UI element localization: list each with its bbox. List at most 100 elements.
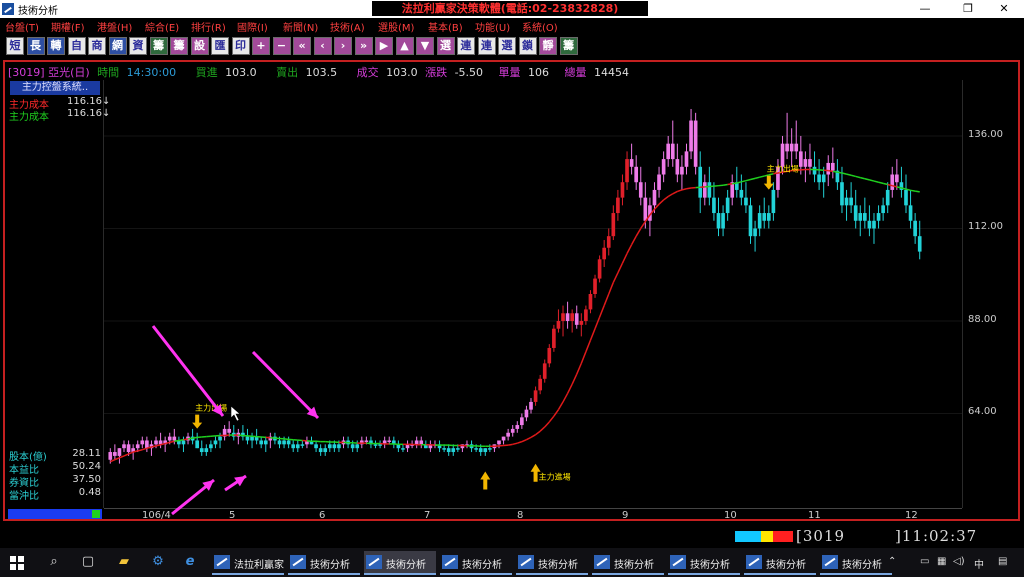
candle <box>140 440 145 445</box>
taskbar-app[interactable]: 技術分析 <box>668 551 740 575</box>
callout-arrow <box>251 350 320 420</box>
chart-app-icon <box>594 555 610 569</box>
candle <box>227 428 232 433</box>
candle <box>263 440 268 445</box>
taskbar-app[interactable]: 技術分析 <box>820 551 892 575</box>
main-cost-line <box>832 170 838 173</box>
candle <box>117 448 122 456</box>
volume-icon[interactable]: ◁) <box>953 556 965 567</box>
main-cost-line <box>878 181 884 185</box>
candle <box>643 197 648 221</box>
candle <box>414 440 419 445</box>
chart-app-icon <box>822 555 838 569</box>
main-cost-line <box>508 443 513 446</box>
candle <box>803 159 808 167</box>
candle <box>135 444 140 449</box>
chart-app-icon <box>518 555 534 569</box>
main-cost-line <box>114 457 120 461</box>
taskbar-app[interactable]: 技術分析 <box>364 551 436 575</box>
candle <box>684 151 689 167</box>
candle <box>204 448 209 453</box>
candle <box>154 440 158 445</box>
candle <box>122 444 126 449</box>
windows-start-icon[interactable] <box>10 556 24 570</box>
candle <box>625 159 629 183</box>
taskbar-app[interactable]: 法拉利贏家 <box>212 551 284 575</box>
main-cost-line <box>517 440 523 444</box>
candle <box>579 320 584 325</box>
main-cost-line <box>745 178 751 182</box>
main-cost-line <box>580 351 587 364</box>
candle <box>378 444 382 446</box>
candle <box>387 440 392 442</box>
candlestick-chart[interactable]: 主力出場主力出場主力進場 <box>0 0 1024 577</box>
candle <box>497 440 501 445</box>
candle <box>766 213 771 221</box>
taskbar-app[interactable]: 技術分析 <box>516 551 588 575</box>
battery-icon[interactable]: ▭ <box>920 556 929 567</box>
main-cost-line <box>530 434 536 439</box>
candle <box>689 120 693 152</box>
main-cost-line <box>192 436 198 439</box>
candle <box>524 409 529 418</box>
tray-chevron-icon[interactable]: ⌃ <box>888 556 896 567</box>
main-cost-line <box>571 373 578 385</box>
taskbar-app-underline <box>212 573 284 575</box>
candle <box>885 189 890 206</box>
main-cost-line <box>677 189 683 193</box>
scroll-bar[interactable] <box>8 509 102 519</box>
candle <box>702 182 707 198</box>
main-cost-line <box>672 190 678 195</box>
main-cost-line <box>608 282 615 295</box>
search-icon[interactable]: ⌕ <box>44 553 64 571</box>
candle <box>588 294 593 310</box>
main-cost-line <box>539 426 546 432</box>
candle <box>337 444 341 449</box>
candle <box>501 436 506 441</box>
candle <box>295 444 300 449</box>
main-cost-line <box>178 438 184 442</box>
notification-icon[interactable]: ▤ <box>998 556 1007 567</box>
candle <box>456 448 460 450</box>
settings-icon[interactable]: ⚙ <box>148 553 168 571</box>
main-cost-line <box>727 183 733 186</box>
taskbar-app[interactable]: 技術分析 <box>592 551 664 575</box>
taskbar-app[interactable]: 技術分析 <box>288 551 360 575</box>
candle <box>602 247 607 260</box>
candle <box>565 313 570 321</box>
task-view-icon[interactable]: ▢ <box>78 553 98 571</box>
candle <box>332 444 337 449</box>
candle <box>780 143 785 167</box>
candle <box>616 197 620 214</box>
main-cost-line <box>626 244 633 254</box>
candle <box>401 448 405 450</box>
folder-icon[interactable]: ▰ <box>114 553 134 571</box>
main-cost-line <box>630 235 637 246</box>
scroll-thumb[interactable] <box>92 510 100 518</box>
candle <box>830 162 835 171</box>
candle <box>172 436 177 441</box>
chart-app-icon <box>746 555 762 569</box>
candle <box>917 236 922 252</box>
candle <box>570 313 574 321</box>
candle <box>661 159 666 175</box>
annotation-label: 主力出場 <box>767 164 799 174</box>
status-swatch-yellow <box>761 531 773 542</box>
network-icon[interactable]: ▦ <box>937 556 946 567</box>
candle <box>350 444 355 449</box>
main-cost-line <box>846 173 852 177</box>
ime-indicator[interactable]: 中 <box>974 556 984 571</box>
candle <box>113 452 117 456</box>
taskbar-app[interactable]: 技術分析 <box>744 551 816 575</box>
candle <box>506 432 510 437</box>
candle <box>373 444 378 446</box>
edge-icon[interactable]: e <box>180 553 200 571</box>
candle <box>556 320 561 329</box>
candle <box>561 313 565 321</box>
main-cost-line <box>526 436 532 441</box>
status-swatch-cyan <box>735 531 761 542</box>
taskbar-app[interactable]: 技術分析 <box>440 551 512 575</box>
candle <box>529 401 533 410</box>
main-cost-line <box>169 440 175 444</box>
candle <box>364 440 369 442</box>
